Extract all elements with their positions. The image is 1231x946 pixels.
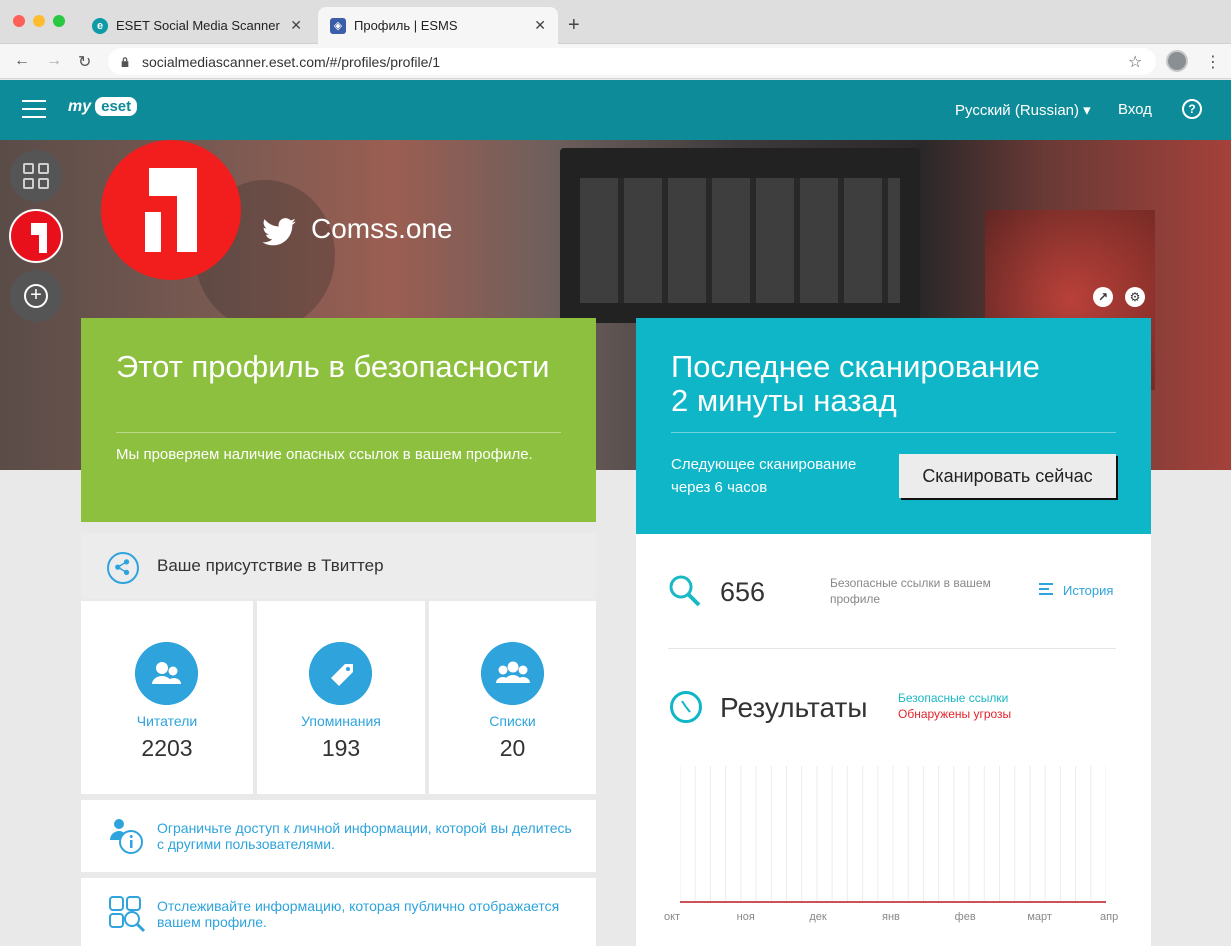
tab-title: Профиль | ESMS <box>354 18 458 33</box>
shield-favicon-icon: ◈ <box>330 17 346 34</box>
results-title: Результаты <box>720 692 868 723</box>
safe-links-label: Безопасные ссылки в вашем профиле <box>830 576 991 606</box>
stat-label: Читатели <box>136 713 198 729</box>
safe-card-title: Этот профиль в безопасности <box>116 349 550 384</box>
chart-x-tick-label: апр <box>1100 911 1119 923</box>
tip-text: Отслеживайте информацию, которая публичн… <box>157 898 560 930</box>
legend-threats: Обнаружены угрозы <box>898 707 1012 721</box>
hamburger-menu-icon[interactable] <box>22 100 46 118</box>
url-bar[interactable]: socialmediascanner.eset.com/#/profiles/p… <box>108 48 1156 75</box>
chart-x-tick-label: март <box>1027 911 1052 923</box>
new-tab-button[interactable]: + <box>568 14 580 37</box>
stat-lists[interactable]: Списки 20 <box>429 601 596 794</box>
profile-avatar-small[interactable] <box>9 209 63 263</box>
tab-profile[interactable]: ◈ Профиль | ESMS ✕ <box>318 7 558 44</box>
logo-my-text: my <box>68 97 92 115</box>
profile-handle: Comss.one <box>311 213 453 244</box>
minimize-window-button[interactable] <box>33 15 45 27</box>
search-profiles-icon <box>109 896 146 933</box>
settings-gear-icon[interactable]: ⚙ <box>1125 287 1145 307</box>
divider <box>671 432 1116 433</box>
chart-x-tick-label: ноя <box>736 911 755 923</box>
close-window-button[interactable] <box>13 15 25 27</box>
tab-close-icon[interactable]: ✕ <box>290 17 302 34</box>
browser-profile-avatar[interactable] <box>1166 50 1188 72</box>
dashboard-grid-button[interactable] <box>10 150 62 202</box>
browser-menu-icon[interactable]: ⋮ <box>1205 52 1221 72</box>
lock-icon <box>121 56 129 67</box>
person-info-icon <box>110 819 143 854</box>
login-link[interactable]: Вход <box>1118 101 1152 118</box>
share-network-icon <box>107 552 139 584</box>
chart-x-tick-label: дек <box>809 911 827 923</box>
maximize-window-button[interactable] <box>53 15 65 27</box>
stat-label: Упоминания <box>301 713 381 729</box>
search-icon <box>669 575 701 607</box>
scan-results-panel: 656 Безопасные ссылки в вашем профиле Ис… <box>636 534 1151 946</box>
safe-card-text: Мы проверяем наличие опасных ссылок в ва… <box>116 446 533 463</box>
forward-button[interactable]: → <box>46 52 62 70</box>
add-profile-button[interactable]: + <box>10 270 62 322</box>
safe-links-count: 656 <box>720 577 766 607</box>
presence-label: Ваше присутствие в Твиттер <box>157 556 384 575</box>
url-text: socialmediascanner.eset.com/#/profiles/p… <box>142 53 441 70</box>
stat-value: 2203 <box>141 735 193 761</box>
tip-monitor[interactable]: Отслеживайте информацию, которая публичн… <box>81 878 596 946</box>
divider <box>668 648 1116 649</box>
plus-icon: + <box>24 284 48 308</box>
chart-x-tick-label: окт <box>664 911 681 923</box>
grid-icon <box>23 163 34 174</box>
reload-button[interactable]: ↻ <box>78 52 91 72</box>
tag-icon <box>309 642 372 705</box>
browser-tab-bar: e ESET Social Media Scanner | A ✕ ◈ Проф… <box>0 0 1231 44</box>
app-header: my eset Русский (Russian) ▾ Вход ? <box>0 80 1231 140</box>
back-button[interactable]: ← <box>14 52 30 70</box>
next-scan-text: Следующее сканирование через 6 часов <box>671 456 857 496</box>
scan-card-title: Последнее сканирование 2 минуты назад <box>671 349 1040 418</box>
my-eset-logo[interactable]: my eset <box>68 97 138 116</box>
tip-text: Ограничьте доступ к личной информации, к… <box>157 820 572 852</box>
bookmark-star-icon[interactable]: ☆ <box>1128 52 1142 72</box>
last-scan-card: Последнее сканирование 2 минуты назад Сл… <box>636 318 1151 534</box>
tab-eset-scanner[interactable]: e ESET Social Media Scanner | A ✕ <box>80 7 314 44</box>
comss-logo-icon <box>145 168 197 252</box>
chart-x-tick-label: фев <box>954 911 976 923</box>
group-icon <box>481 642 544 705</box>
list-icon <box>1039 583 1053 598</box>
twitter-presence-header: Ваше присутствие в Твиттер <box>81 533 596 599</box>
tab-title: ESET Social Media Scanner | A <box>116 18 285 33</box>
profile-safe-card: Этот профиль в безопасности Мы проверяем… <box>81 318 596 522</box>
banner-monitor-decoration <box>560 148 920 323</box>
legend-safe-links: Безопасные ссылки <box>898 691 1009 705</box>
stat-label: Списки <box>489 713 536 729</box>
results-chart <box>680 766 1106 903</box>
tab-close-icon[interactable]: ✕ <box>534 17 546 34</box>
history-label: История <box>1063 583 1114 598</box>
twitter-bird-icon <box>262 218 296 246</box>
followers-icon <box>135 642 198 705</box>
share-external-icon[interactable]: ↗ <box>1093 287 1113 307</box>
divider <box>116 432 561 433</box>
stat-followers[interactable]: Читатели 2203 <box>81 601 253 794</box>
history-link[interactable]: История <box>1039 583 1113 598</box>
browser-toolbar: ← → ↻ socialmediascanner.eset.com/#/prof… <box>0 44 1231 79</box>
eset-favicon-icon: e <box>92 17 108 34</box>
logo-eset-text: eset <box>95 97 138 116</box>
stat-value: 193 <box>321 735 361 761</box>
stat-mentions[interactable]: Упоминания 193 <box>257 601 425 794</box>
scan-now-button[interactable]: Сканировать сейчас <box>899 454 1116 498</box>
language-selector[interactable]: Русский (Russian) ▾ <box>955 101 1091 119</box>
help-icon[interactable]: ? <box>1182 99 1202 119</box>
clock-icon <box>670 691 702 723</box>
profile-avatar <box>101 140 241 280</box>
stat-value: 20 <box>499 735 526 761</box>
chart-x-tick-label: янв <box>882 911 900 923</box>
tip-privacy[interactable]: Ограничьте доступ к личной информации, к… <box>81 800 596 872</box>
